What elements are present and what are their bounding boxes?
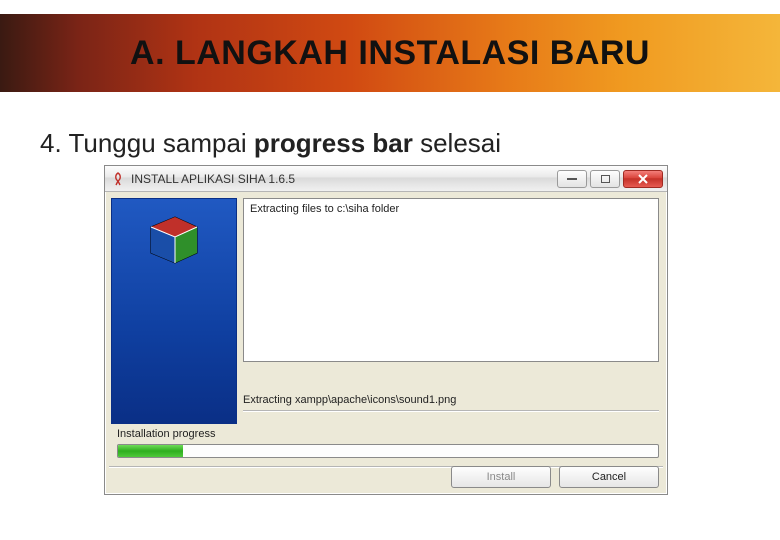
app-icon (111, 172, 125, 186)
divider (243, 410, 659, 412)
installer-window: INSTALL APLIKASI SIHA 1.6.5 (104, 165, 668, 495)
cancel-button[interactable]: Cancel (559, 466, 659, 488)
slide-title: A. LANGKAH INSTALASI BARU (130, 34, 650, 73)
title-banner: A. LANGKAH INSTALASI BARU (0, 14, 780, 92)
step-prefix: 4. Tunggu sampai (40, 128, 254, 158)
progress-fill (118, 445, 183, 457)
log-area: Extracting files to c:\siha folder (243, 198, 659, 362)
step-bold: progress bar (254, 128, 413, 158)
minimize-button[interactable] (557, 170, 587, 188)
close-button[interactable] (623, 170, 663, 188)
window-title: INSTALL APLIKASI SIHA 1.6.5 (131, 172, 295, 186)
package-icon (145, 213, 203, 270)
step-suffix: selesai (413, 128, 501, 158)
status-line: Extracting xampp\apache\icons\sound1.png (243, 394, 659, 406)
progress-label: Installation progress (117, 428, 215, 440)
side-panel (111, 198, 237, 424)
step-instruction: 4. Tunggu sampai progress bar selesai (40, 128, 501, 159)
progress-bar (117, 444, 659, 458)
maximize-button[interactable] (590, 170, 620, 188)
window-titlebar[interactable]: INSTALL APLIKASI SIHA 1.6.5 (105, 166, 667, 192)
install-button[interactable]: Install (451, 466, 551, 488)
log-line: Extracting files to c:\siha folder (250, 203, 652, 215)
